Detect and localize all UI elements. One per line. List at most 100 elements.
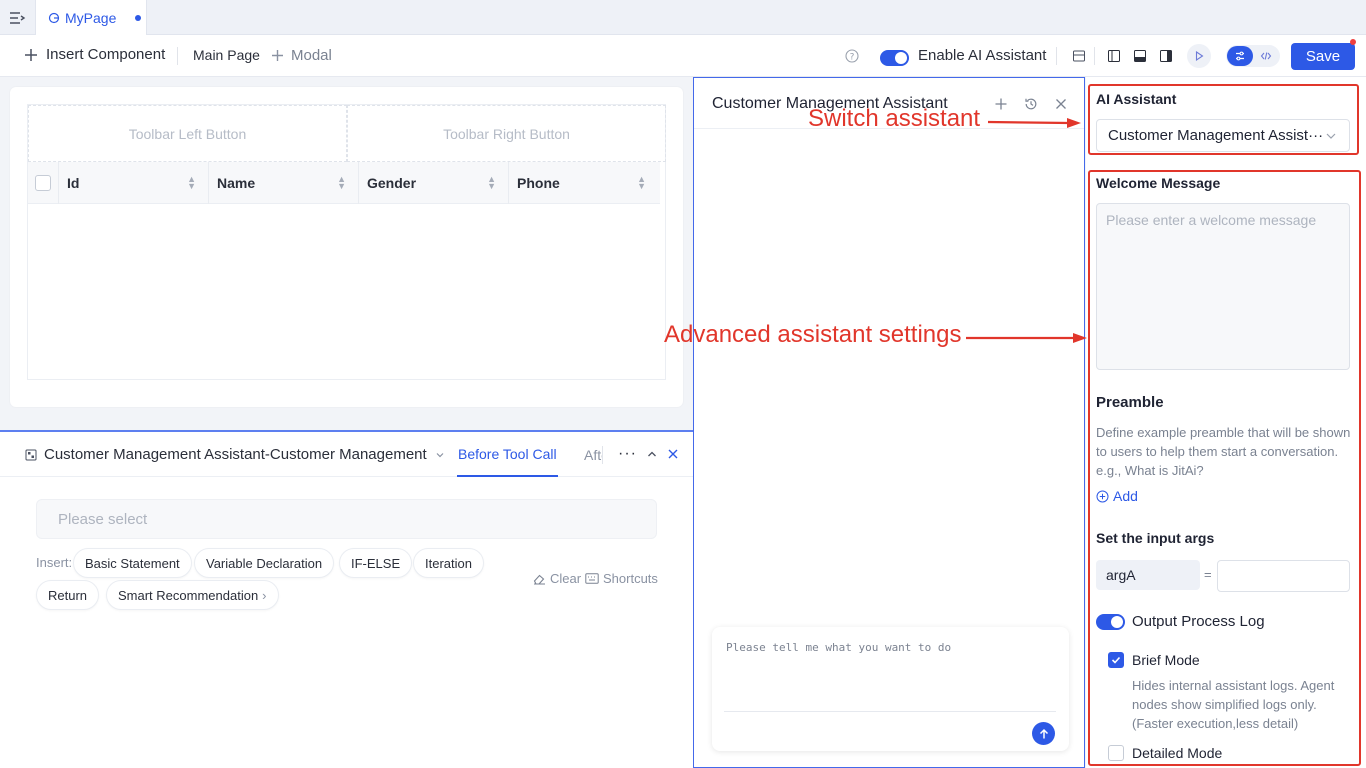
arg-name: argA [1096, 560, 1200, 590]
insert-label: Insert: [36, 555, 73, 570]
page-icon [48, 12, 60, 24]
ai-assistant-label: AI Assistant [1096, 91, 1177, 107]
smart-recommendation-chip[interactable]: Smart Recommendation › [106, 580, 279, 610]
preamble-label: Preamble [1096, 394, 1164, 411]
enable-ai-label: Enable AI Assistant [918, 47, 1047, 64]
add-preamble-button[interactable]: Add [1096, 488, 1138, 504]
unsaved-indicator [1350, 39, 1356, 45]
welcome-message-input[interactable]: Please enter a welcome message [1096, 203, 1350, 370]
preview-play-icon[interactable] [1187, 44, 1211, 68]
brief-mode-label: Brief Mode [1132, 652, 1200, 668]
column-header-id[interactable]: Id ▲ ▼ [58, 161, 208, 204]
tab-before-tool-call[interactable]: Before Tool Call [457, 432, 558, 477]
close-icon[interactable] [1055, 98, 1067, 110]
add-modal-button[interactable]: Modal [271, 47, 332, 64]
chat-input-placeholder: Please tell me what you want to do [726, 641, 952, 654]
column-label: Id [67, 174, 80, 191]
variable-declaration-chip[interactable]: Variable Declaration [194, 548, 335, 578]
tab-bar: MyPage [0, 0, 1366, 35]
select-all-checkbox[interactable] [28, 162, 58, 204]
insert-component-label: Insert Component [46, 46, 166, 63]
column-header-name[interactable]: Name ▲ ▼ [208, 161, 358, 204]
new-chat-icon[interactable] [994, 97, 1008, 111]
column-label: Name [217, 174, 256, 191]
annotation-arrow-advanced [963, 328, 1091, 348]
check-icon [1111, 656, 1121, 664]
chevron-right-icon: › [262, 587, 267, 603]
column-header-gender[interactable]: Gender ▲ ▼ [358, 161, 508, 204]
arrow-up-icon [1039, 728, 1048, 738]
output-process-log-label: Output Process Log [1132, 613, 1265, 630]
table-header: Id ▲ ▼ Name ▲ ▼ Gender ▲ ▼ Phone ▲ ▼ [28, 161, 660, 204]
table-component[interactable]: Toolbar Left Button Toolbar Right Button… [27, 104, 666, 380]
function-selector[interactable]: Customer Management Assistant-Customer M… [25, 446, 445, 463]
column-header-phone[interactable]: Phone ▲ ▼ [508, 161, 658, 204]
if-else-chip[interactable]: IF-ELSE [339, 548, 413, 578]
basic-statement-chip[interactable]: Basic Statement [73, 548, 192, 578]
design-mode-icon[interactable] [1227, 46, 1253, 66]
left-panel-icon[interactable] [1103, 45, 1125, 67]
divider [1056, 47, 1057, 65]
toolbar-right-button-slot[interactable]: Toolbar Right Button [347, 105, 666, 162]
divider [724, 711, 1056, 712]
close-icon[interactable] [667, 448, 679, 460]
preamble-description: Define example preamble that will be sho… [1096, 425, 1351, 478]
equals-sign: = [1204, 567, 1212, 582]
enable-ai-toggle[interactable] [880, 50, 909, 66]
chevron-down-icon [435, 450, 445, 460]
brief-mode-checkbox[interactable] [1108, 652, 1124, 668]
insert-component-button[interactable]: Insert Component [24, 46, 165, 63]
collapse-menu-icon[interactable] [8, 9, 26, 27]
page-canvas: Toolbar Left Button Toolbar Right Button… [10, 87, 683, 407]
send-button[interactable] [1032, 722, 1055, 745]
welcome-message-label: Welcome Message [1096, 175, 1221, 191]
return-chip[interactable]: Return [36, 580, 100, 610]
output-process-log-toggle[interactable] [1096, 614, 1125, 630]
arg-value-input[interactable] [1217, 560, 1350, 592]
detailed-mode-label: Detailed Mode [1132, 745, 1223, 761]
toolbar: Insert Component Main Page Modal ? Enabl… [0, 35, 1366, 77]
tab-after-tool-call[interactable]: After Tool Call [584, 432, 602, 477]
save-button[interactable]: Save [1291, 43, 1355, 70]
sort-icon[interactable]: ▲ ▼ [637, 174, 646, 190]
function-panel: Customer Management Assistant-Customer M… [0, 430, 693, 768]
sort-icon[interactable]: ▲ ▼ [337, 174, 346, 190]
brief-mode-description: Hides internal assistant logs. Agent nod… [1132, 678, 1335, 731]
help-icon[interactable]: ? [845, 49, 859, 63]
chat-input-box[interactable]: Please tell me what you want to do [712, 627, 1069, 751]
unsaved-dot [135, 14, 142, 21]
layout-icon[interactable] [1068, 45, 1090, 67]
bottom-panel-icon[interactable] [1129, 45, 1151, 67]
tab-mypage[interactable]: MyPage [35, 0, 147, 35]
assistant-chat-panel: Customer Management Assistant Please tel… [693, 77, 1085, 768]
iteration-chip[interactable]: Iteration [413, 548, 484, 578]
shortcuts-button[interactable]: Shortcuts [585, 571, 658, 586]
detailed-mode-checkbox[interactable] [1108, 745, 1124, 761]
history-icon[interactable] [1024, 97, 1038, 111]
collapse-icon[interactable] [646, 448, 658, 460]
annotation-arrow-switch [985, 113, 1085, 133]
keyboard-icon [585, 573, 599, 584]
modal-label: Modal [291, 47, 332, 64]
tool-select[interactable]: Please select [36, 499, 657, 539]
clear-button[interactable]: Clear [533, 571, 581, 586]
clear-label: Clear [550, 571, 582, 586]
shortcuts-label: Shortcuts [603, 571, 658, 586]
chevron-down-icon [1325, 130, 1337, 142]
plus-icon [271, 49, 284, 62]
toolbar-left-button-slot[interactable]: Toolbar Left Button [28, 105, 347, 162]
column-label: Phone [517, 174, 560, 191]
eraser-icon [533, 573, 546, 585]
function-title: Customer Management Assistant-Customer M… [44, 446, 427, 463]
sort-icon[interactable]: ▲ ▼ [487, 174, 496, 190]
annotation-switch-assistant: Switch assistant [808, 105, 981, 132]
input-args-label: Set the input args [1096, 530, 1215, 546]
more-icon[interactable]: ··· [618, 445, 637, 463]
assistant-select[interactable]: Customer Management Assist··· [1096, 119, 1350, 152]
code-mode-icon[interactable] [1253, 46, 1279, 66]
main-page-button[interactable]: Main Page [193, 47, 260, 63]
chip-label: Smart Recommendation [118, 587, 259, 603]
right-panel-icon[interactable] [1155, 45, 1177, 67]
assistant-select-value: Customer Management Assist··· [1108, 127, 1324, 144]
sort-icon[interactable]: ▲ ▼ [187, 174, 196, 190]
